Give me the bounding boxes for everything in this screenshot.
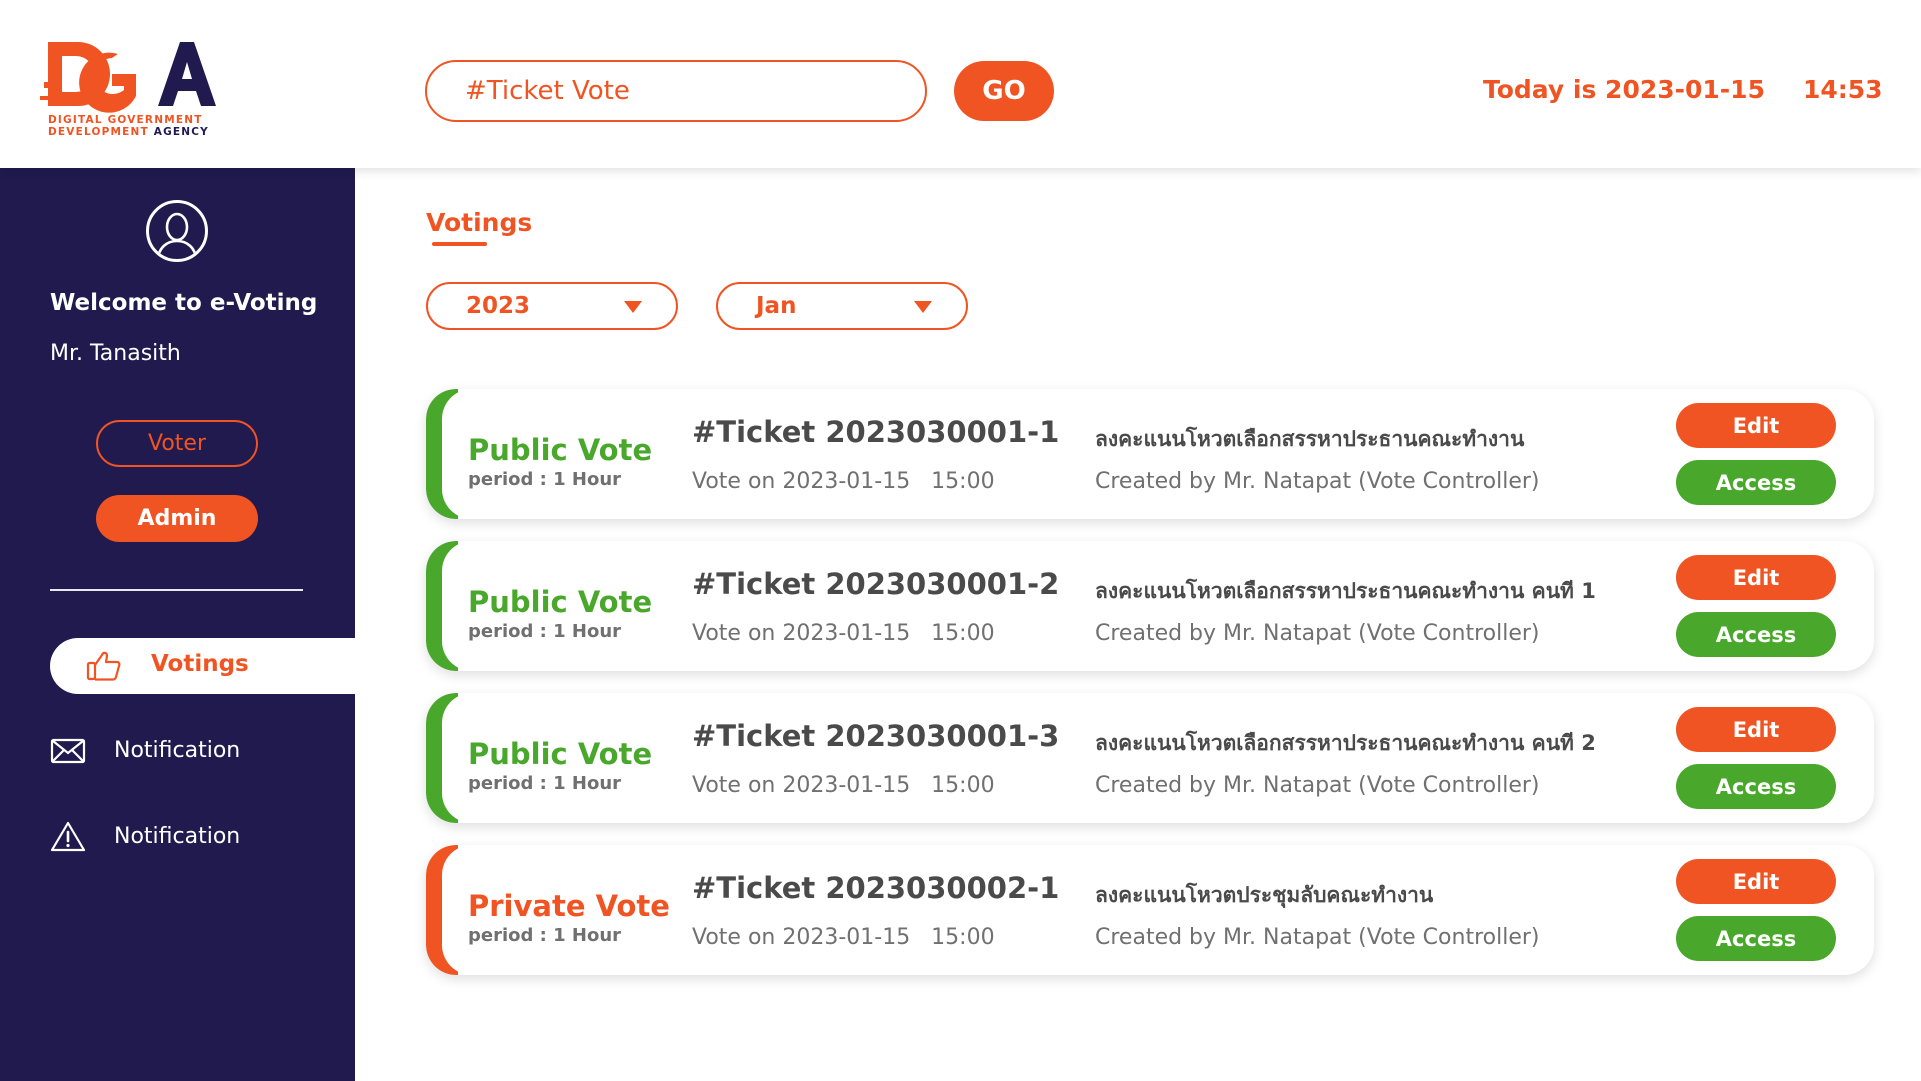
vote-datetime: Vote on 2023-01-15 15:00: [692, 469, 995, 494]
sidebar-item-label: Notification: [114, 823, 241, 849]
edit-button[interactable]: Edit: [1676, 555, 1836, 600]
voter-role-button[interactable]: Voter: [96, 420, 258, 467]
sidebar-divider: [50, 589, 303, 591]
vote-period: period : 1 Hour: [468, 773, 622, 794]
sidebar-item-votings[interactable]: Votings: [50, 638, 355, 694]
sidebar-item-notification-warning[interactable]: Notification: [50, 816, 240, 856]
search-input[interactable]: #Ticket Vote: [425, 60, 927, 122]
vote-datetime: Vote on 2023-01-15 15:00: [692, 773, 995, 798]
app-root: DIGITAL GOVERNMENT DEVELOPMENT AGENCY #T…: [0, 0, 1921, 1081]
logo-line2b: AGENCY: [153, 126, 209, 138]
logo-tagline: DIGITAL GOVERNMENT DEVELOPMENT AGENCY: [48, 114, 209, 138]
access-button[interactable]: Access: [1676, 764, 1836, 809]
sidebar-item-notification-mail[interactable]: Notification: [50, 730, 240, 770]
title-underline: [432, 242, 487, 246]
vote-card[interactable]: Public Vote period : 1 Hour #Ticket 2023…: [426, 541, 1874, 671]
logo-line2a: DEVELOPMENT: [48, 126, 154, 138]
ticket-id: #Ticket 2023030001-2: [692, 567, 1060, 601]
vote-creator: Created by Mr. Natapat (Vote Controller): [1095, 925, 1540, 950]
user-avatar-icon[interactable]: [146, 200, 208, 262]
edit-button[interactable]: Edit: [1676, 403, 1836, 448]
search-value: #Ticket Vote: [465, 76, 630, 106]
vote-type: Public Vote: [468, 737, 653, 771]
access-button[interactable]: Access: [1676, 460, 1836, 505]
year-select-value: 2023: [466, 293, 531, 319]
vote-card[interactable]: Private Vote period : 1 Hour #Ticket 202…: [426, 845, 1874, 975]
vote-topic: ลงคะแนนโหวตประชุมลับคณะทำงาน: [1095, 883, 1434, 907]
month-select[interactable]: Jan: [716, 282, 968, 330]
vote-creator: Created by Mr. Natapat (Vote Controller): [1095, 773, 1540, 798]
chevron-down-icon: [914, 301, 932, 313]
vote-type: Private Vote: [468, 889, 670, 923]
user-name: Mr. Tanasith: [50, 341, 181, 366]
vote-topic: ลงคะแนนโหวตเลือกสรรหาประธานคณะทำงาน คนที…: [1095, 731, 1596, 755]
access-button[interactable]: Access: [1676, 612, 1836, 657]
envelope-icon: [50, 734, 86, 766]
year-select[interactable]: 2023: [426, 282, 678, 330]
vote-topic: ลงคะแนนโหวตเลือกสรรหาประธานคณะทำงาน คนที…: [1095, 579, 1596, 603]
vote-type: Public Vote: [468, 585, 653, 619]
vote-type: Public Vote: [468, 433, 653, 467]
top-header: DIGITAL GOVERNMENT DEVELOPMENT AGENCY #T…: [0, 0, 1921, 168]
access-button[interactable]: Access: [1676, 916, 1836, 961]
vote-datetime: Vote on 2023-01-15 15:00: [692, 621, 995, 646]
vote-creator: Created by Mr. Natapat (Vote Controller): [1095, 469, 1540, 494]
month-select-value: Jan: [756, 293, 797, 319]
today-date: Today is 2023-01-15: [1483, 75, 1765, 104]
vote-period: period : 1 Hour: [468, 621, 622, 642]
vote-creator: Created by Mr. Natapat (Vote Controller): [1095, 621, 1540, 646]
ticket-id: #Ticket 2023030001-3: [692, 719, 1060, 753]
ticket-id: #Ticket 2023030001-1: [692, 415, 1060, 449]
admin-role-button[interactable]: Admin: [96, 495, 258, 542]
page-title: Votings: [426, 208, 533, 237]
vote-card[interactable]: Public Vote period : 1 Hour #Ticket 2023…: [426, 389, 1874, 519]
sidebar-item-label: Notification: [114, 737, 241, 763]
thumbs-up-icon: [86, 650, 122, 682]
go-button[interactable]: GO: [954, 61, 1054, 121]
edit-button[interactable]: Edit: [1676, 707, 1836, 752]
sidebar: Welcome to e-Voting Mr. Tanasith Voter A…: [0, 168, 355, 1081]
vote-period: period : 1 Hour: [468, 925, 622, 946]
sidebar-item-label: Votings: [151, 651, 249, 677]
edit-button[interactable]: Edit: [1676, 859, 1836, 904]
logo-line2: DEVELOPMENT AGENCY: [48, 126, 209, 138]
vote-card[interactable]: Public Vote period : 1 Hour #Ticket 2023…: [426, 693, 1874, 823]
welcome-text: Welcome to e-Voting: [50, 290, 318, 316]
vote-period: period : 1 Hour: [468, 469, 622, 490]
chevron-down-icon: [624, 301, 642, 313]
warning-icon: [50, 820, 86, 852]
vote-topic: ลงคะแนนโหวตเลือกสรรหาประธานคณะทำงาน: [1095, 427, 1525, 451]
dga-logo-mark-icon: [40, 42, 216, 113]
logo-line1: DIGITAL GOVERNMENT: [48, 114, 203, 126]
ticket-id: #Ticket 2023030002-1: [692, 871, 1060, 905]
vote-datetime: Vote on 2023-01-15 15:00: [692, 925, 995, 950]
current-time: 14:53: [1803, 75, 1883, 104]
